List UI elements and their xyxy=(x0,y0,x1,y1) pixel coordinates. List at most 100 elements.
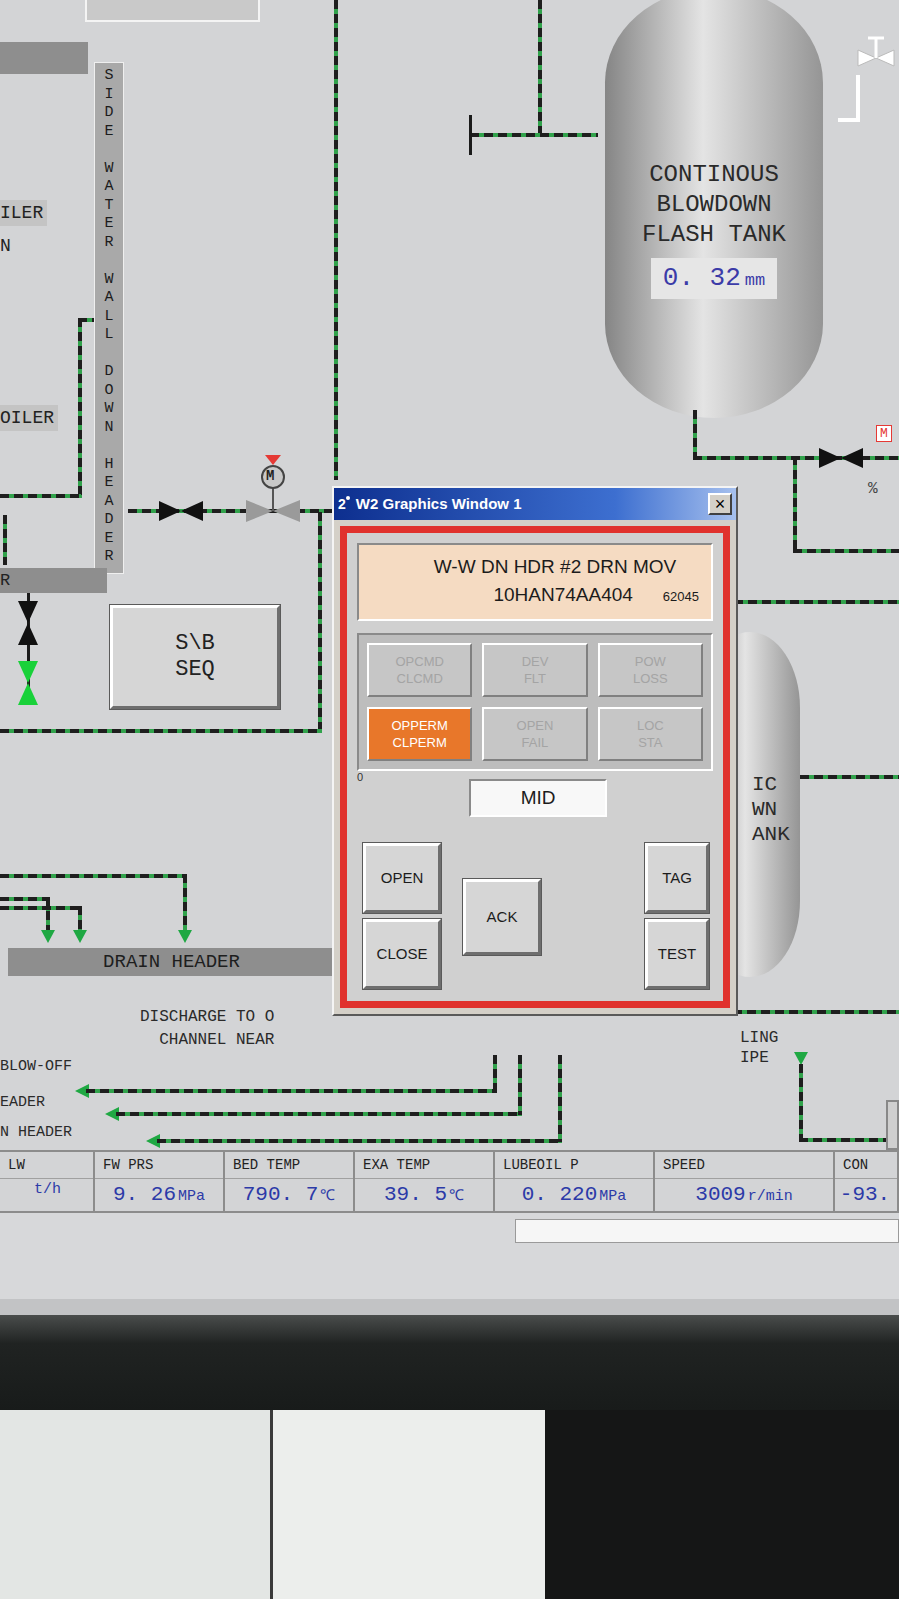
outlet-label: N HEADER xyxy=(0,1124,72,1142)
pipe-line xyxy=(86,1089,497,1093)
monitor-bezel xyxy=(0,1315,899,1410)
status-label: BED TEMP xyxy=(225,1152,353,1179)
open-button[interactable]: OPEN xyxy=(363,843,441,913)
pipe-line xyxy=(183,874,187,930)
desk-area xyxy=(0,1410,899,1599)
pipe-line xyxy=(46,897,50,930)
downcomer-label-char: W xyxy=(104,271,113,290)
downcomer-label-char: A xyxy=(104,289,113,308)
motor-valve-icon[interactable] xyxy=(244,455,302,525)
status-value: 3009 xyxy=(695,1179,745,1211)
flow-arrow-icon xyxy=(40,928,56,944)
status-cell: FW PRS9. 26MPa xyxy=(95,1152,225,1211)
status-indicator: OPPERMCLPERM xyxy=(367,707,472,761)
device-id: 62045 xyxy=(663,583,699,611)
pipe-label-line: IPE xyxy=(740,1048,778,1068)
flow-arrow-icon xyxy=(72,928,88,944)
pipe-line xyxy=(3,515,7,565)
pipe-line xyxy=(538,0,542,135)
device-header: W-W DN HDR #2 DRN MOV10HAN74AA40462045 xyxy=(357,543,713,621)
status-unit: ℃ xyxy=(449,1186,464,1209)
pipe-line xyxy=(469,115,472,155)
pipe-line xyxy=(78,906,82,930)
pipe-label: LINGIPE xyxy=(740,1028,778,1068)
pipe-line xyxy=(0,874,187,878)
boiler-label: OILER xyxy=(0,405,58,431)
downcomer-label: SIDE WATER WALL DOWN HEADER xyxy=(94,62,124,574)
status-value: -93. xyxy=(840,1179,890,1211)
book xyxy=(545,1410,899,1599)
pipe-line xyxy=(128,509,333,513)
downcomer-label-char: W xyxy=(104,160,113,179)
close-device-button[interactable]: CLOSE xyxy=(363,919,441,989)
blowdown-tank-name: ICWNANK xyxy=(752,772,790,847)
header-bar xyxy=(0,42,88,74)
blowdown-tank-name-line: WN xyxy=(752,797,790,822)
downcomer-label-char: N xyxy=(104,419,113,438)
status-unit: MPa xyxy=(599,1186,626,1209)
pipe-line xyxy=(693,410,697,458)
drain-header: DRAIN HEADER xyxy=(8,948,335,976)
boiler-label: ILER xyxy=(0,200,47,226)
relief-valve-icon xyxy=(838,30,898,125)
pipe-line xyxy=(720,600,899,604)
sb-seq-button[interactable]: S\BSEQ xyxy=(110,605,280,709)
outlet-label: BLOW-OFF xyxy=(0,1058,72,1076)
device-tag: 10HAN74AA404 xyxy=(493,581,632,609)
pipe-line xyxy=(799,1138,887,1142)
downcomer-label-char: I xyxy=(104,86,113,105)
pipe-line xyxy=(800,775,899,779)
status-value: 0. 220 xyxy=(522,1179,598,1211)
process-diagram: ILERNOILERSIDE WATER WALL DOWN HEADERMRS… xyxy=(0,0,899,1150)
status-indicator: POWLOSS xyxy=(598,643,703,697)
downcomer-label-char: E xyxy=(104,474,113,493)
downcomer-label-char: E xyxy=(104,215,113,234)
pipe-line xyxy=(793,456,797,552)
top-button[interactable] xyxy=(85,0,260,22)
position-field: MID xyxy=(469,779,607,817)
pipe-line xyxy=(0,494,81,498)
blowdown-tank-name-line: IC xyxy=(752,772,790,797)
sb-seq-button-line: S\B xyxy=(175,631,215,657)
status-label: CON xyxy=(835,1152,897,1179)
title-bar[interactable]: 2W2 Graphics Window 1× xyxy=(334,488,736,520)
side-mark: 0 xyxy=(357,771,363,784)
pipe-line xyxy=(0,906,82,910)
valve-icon[interactable] xyxy=(17,600,39,646)
discharge-label-line: CHANNEL NEAR xyxy=(159,1029,274,1052)
valve-icon[interactable] xyxy=(818,447,864,469)
side-panel-edge xyxy=(886,1100,899,1150)
close-button[interactable]: × xyxy=(708,493,732,515)
downcomer-label-char: O xyxy=(104,382,113,401)
tag-button[interactable]: TAG xyxy=(645,843,709,913)
pipe-line xyxy=(518,1055,522,1115)
flash-tank-name: BLOWDOWN xyxy=(656,190,771,220)
status-bar: LWt/hFW PRS9. 26MPaBED TEMP790. 7℃EXA TE… xyxy=(0,1150,899,1213)
downcomer-label-char: E xyxy=(104,123,113,142)
status-unit: ℃ xyxy=(320,1186,335,1209)
blowdown-tank-name-line: ANK xyxy=(752,822,790,847)
flow-arrow-icon xyxy=(177,928,193,944)
downcomer-label-char: W xyxy=(104,400,113,419)
pipe-line xyxy=(0,729,322,733)
pipe-line xyxy=(318,512,322,732)
status-indicator: LOCSTA xyxy=(598,707,703,761)
pipe-line xyxy=(116,1112,522,1116)
status-cell: SPEED3009r/min xyxy=(655,1152,835,1211)
empty-field xyxy=(515,1219,899,1243)
valve-icon[interactable] xyxy=(158,500,204,522)
flash-tank-level: 0. 32mm xyxy=(651,258,777,299)
red-tag[interactable]: M xyxy=(876,425,892,442)
status-cell: CON-93. xyxy=(835,1152,899,1211)
boiler-label: N xyxy=(0,234,11,258)
status-cell: LUBEOIL P0. 220MPa xyxy=(495,1152,655,1211)
discharge-label: DISCHARGE TO OCHANNEL NEAR xyxy=(140,1006,274,1052)
outlet-label: EADER xyxy=(0,1094,45,1112)
status-label: SPEED xyxy=(655,1152,833,1179)
valve-icon[interactable] xyxy=(17,660,39,706)
ack-button[interactable]: ACK xyxy=(463,879,541,955)
device-popup-window[interactable]: 2W2 Graphics Window 1×W-W DN HDR #2 DRN … xyxy=(332,486,738,1016)
percent-label: % xyxy=(868,477,878,501)
test-button[interactable]: TEST xyxy=(645,919,709,989)
status-label: EXA TEMP xyxy=(355,1152,493,1179)
